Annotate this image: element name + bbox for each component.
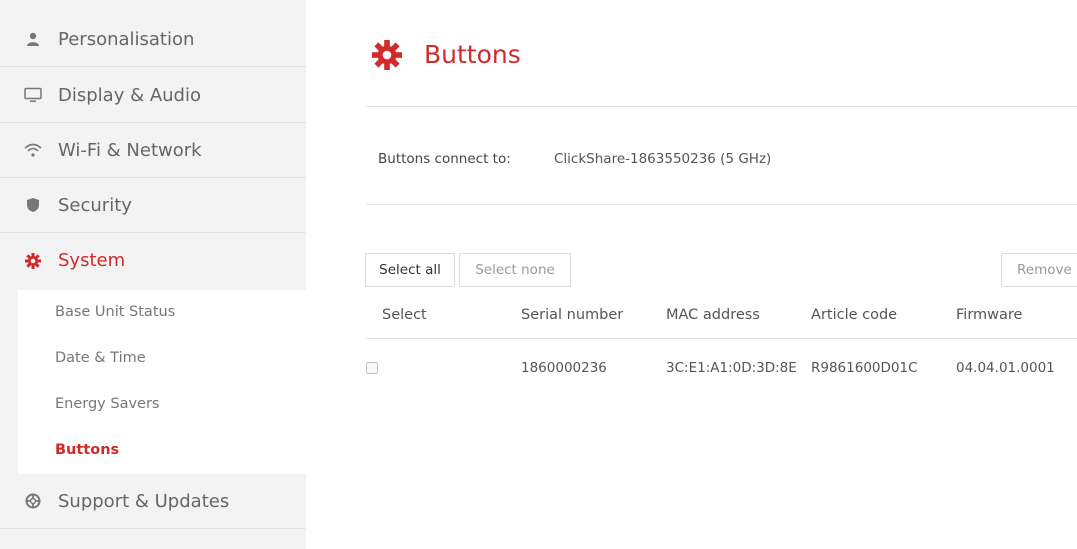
person-icon (24, 30, 42, 48)
submenu-item-base-unit-status[interactable]: Base Unit Status (55, 304, 175, 320)
gear-icon (372, 40, 402, 70)
select-all-button[interactable]: Select all (365, 253, 455, 287)
sidebar-item-label: Wi-Fi & Network (58, 139, 202, 161)
main-content: Buttons Buttons connect to: ClickShare-1… (306, 0, 1077, 549)
sidebar-item-label: Security (58, 194, 132, 216)
sidebar-item-wifi-network[interactable]: Wi-Fi & Network (0, 123, 306, 178)
wifi-icon (24, 141, 42, 159)
sidebar-item-system[interactable]: System (0, 233, 306, 288)
submenu-item-date-time[interactable]: Date & Time (55, 350, 146, 366)
sidebar-item-security[interactable]: Security (0, 178, 306, 233)
sidebar-item-personalisation[interactable]: Personalisation (0, 12, 306, 67)
select-none-button[interactable]: Select none (459, 253, 571, 287)
gear-icon (24, 252, 42, 270)
sidebar-item-label: Display & Audio (58, 84, 201, 106)
sidebar-item-label: Personalisation (58, 28, 195, 50)
divider (366, 106, 1077, 107)
connect-value: ClickShare-1863550236 (5 GHz) (554, 151, 772, 167)
connect-label: Buttons connect to: (378, 151, 511, 167)
sidebar-item-support-updates[interactable]: Support & Updates (0, 474, 306, 529)
sidebar: Personalisation Display & Audio Wi-Fi & … (0, 0, 306, 549)
remove-button[interactable]: Remove (1001, 253, 1077, 287)
cell-mac-address: 3C:E1:A1:0D:3D:8E (666, 360, 797, 376)
page-title: Buttons (424, 40, 521, 69)
column-header-serial-number: Serial number (521, 307, 624, 323)
shield-icon (24, 196, 42, 214)
sidebar-item-display-audio[interactable]: Display & Audio (0, 68, 306, 123)
sidebar-item-label: Support & Updates (58, 490, 230, 512)
lifebuoy-icon (24, 492, 42, 510)
system-submenu: Base Unit Status Date & Time Energy Save… (18, 290, 306, 474)
column-header-select: Select (382, 307, 427, 323)
cell-firmware: 04.04.01.0001 (956, 360, 1055, 376)
sidebar-item-label: System (58, 250, 126, 271)
cell-article-code: R9861600D01C (811, 360, 918, 376)
table-header-divider (366, 338, 1077, 339)
column-header-mac-address: MAC address (666, 307, 760, 323)
row-select-checkbox[interactable] (366, 362, 378, 374)
column-header-firmware: Firmware (956, 307, 1023, 323)
monitor-icon (24, 86, 42, 104)
cell-serial-number: 1860000236 (521, 360, 607, 376)
column-header-article-code: Article code (811, 307, 898, 323)
divider (366, 204, 1077, 205)
submenu-item-energy-savers[interactable]: Energy Savers (55, 396, 159, 412)
submenu-item-buttons[interactable]: Buttons (55, 442, 119, 458)
